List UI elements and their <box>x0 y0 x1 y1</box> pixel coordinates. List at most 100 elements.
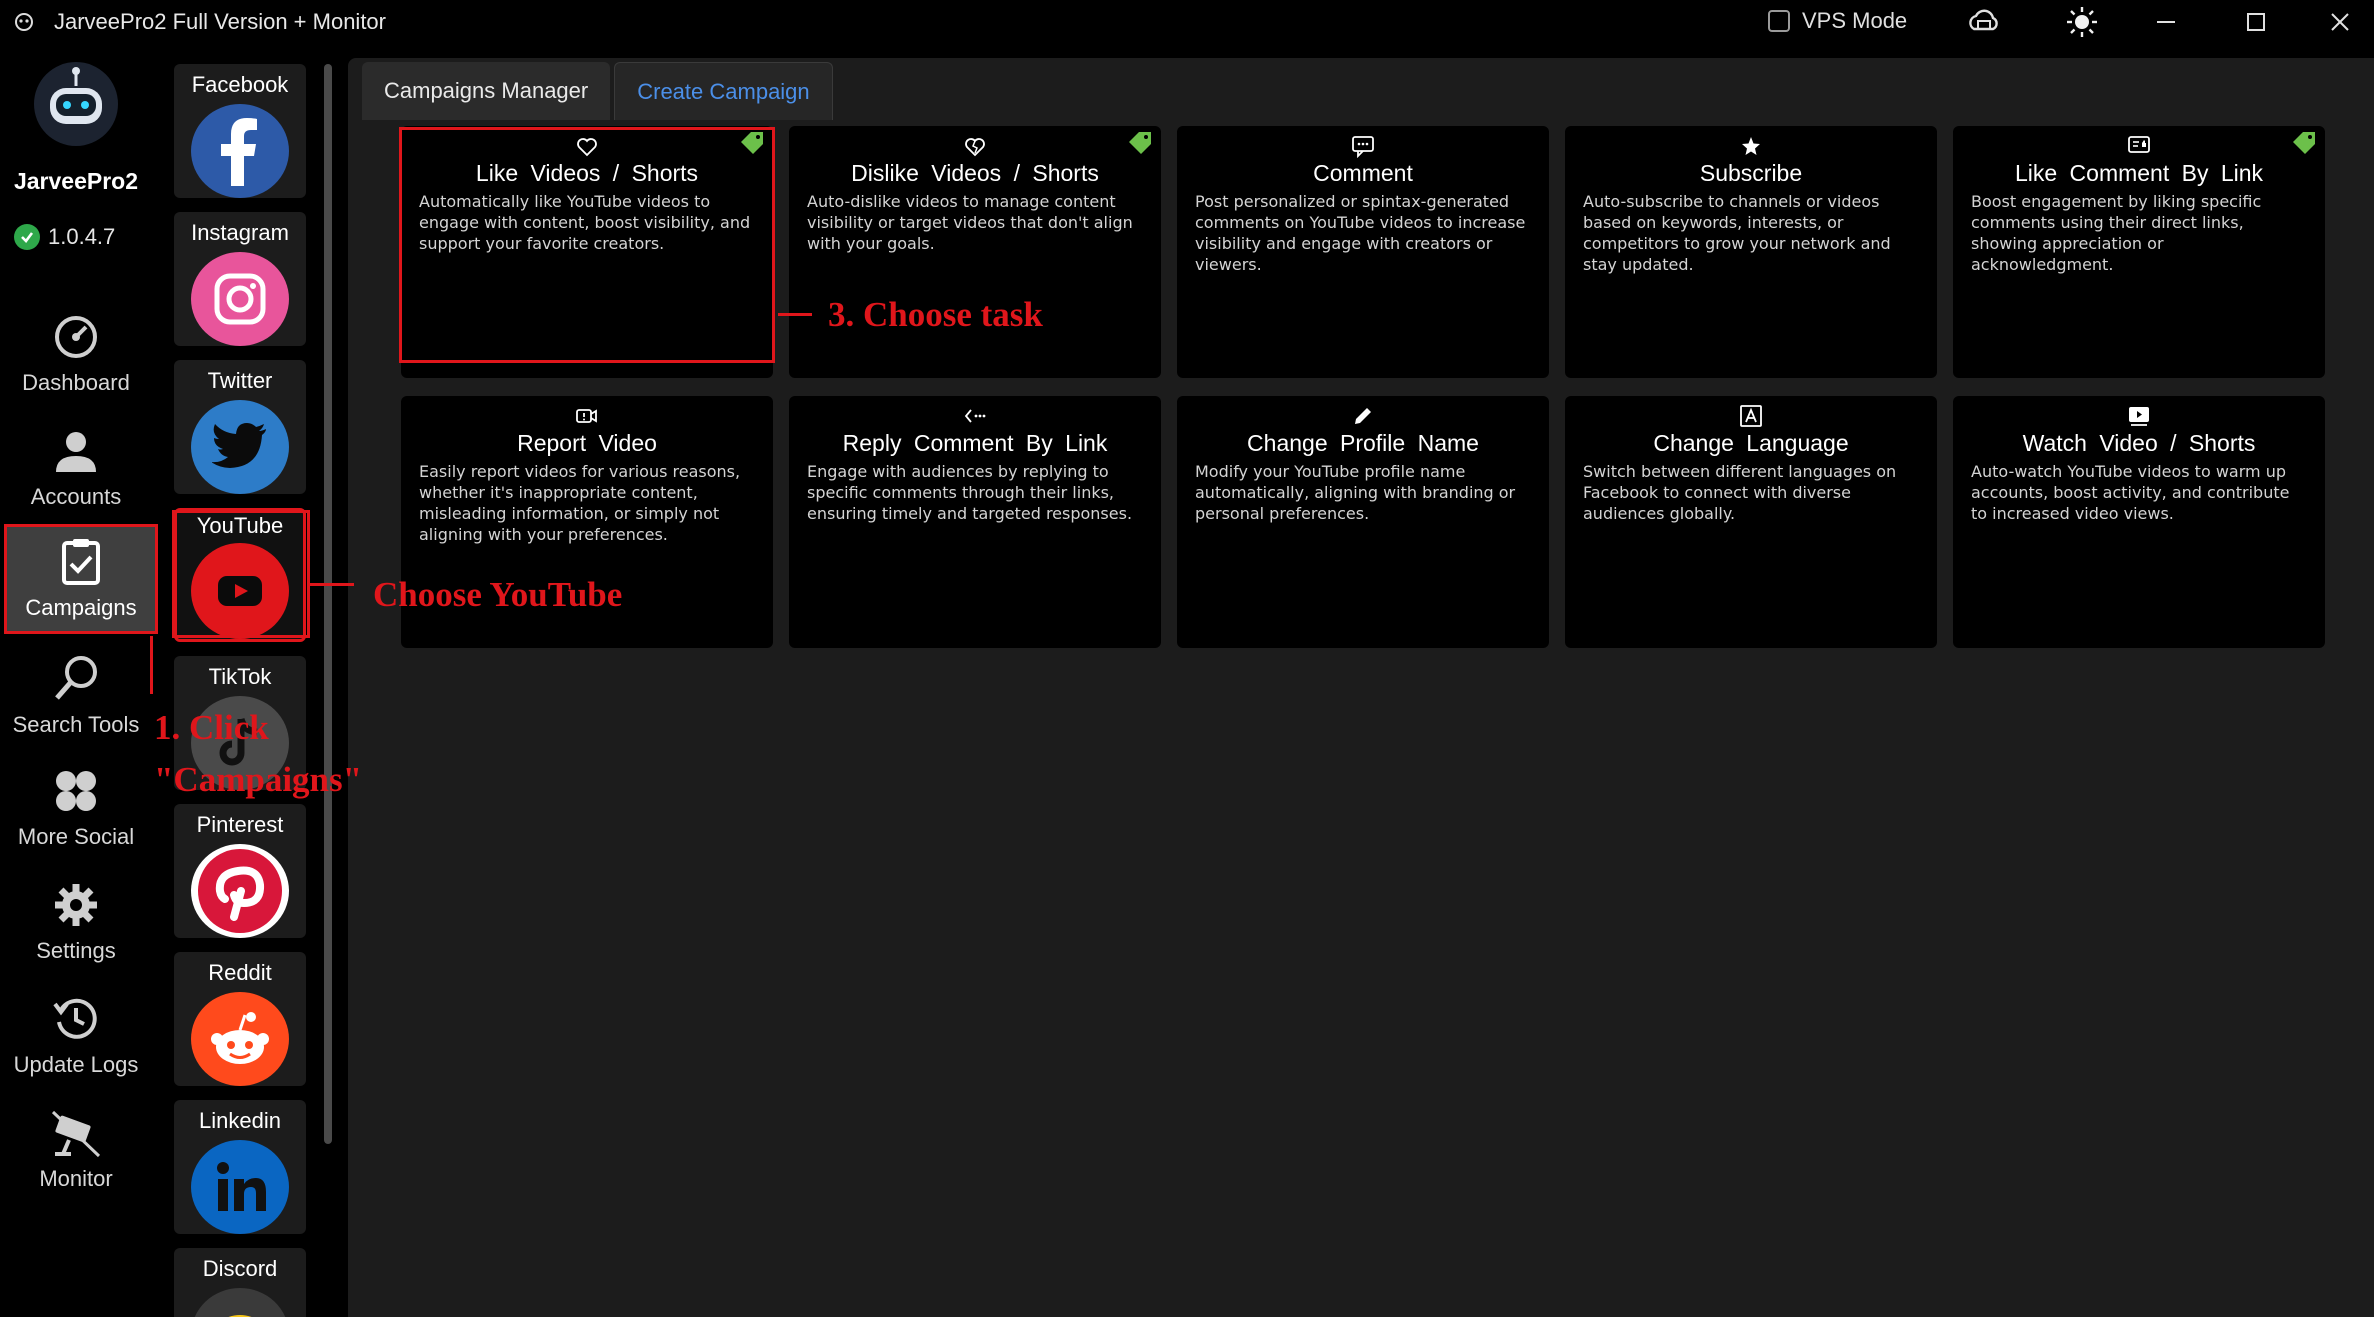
social-discord[interactable]: Discord <box>174 1248 306 1317</box>
gear-icon <box>55 884 97 926</box>
vps-mode-checkbox[interactable] <box>1768 10 1790 32</box>
annotation-line-task <box>778 313 812 316</box>
nav-search-tools[interactable]: Search Tools <box>0 644 152 750</box>
social-network-list: Facebook Instagram Twitter YouTube TikTo… <box>168 56 318 1317</box>
task-card-like-comment-by-link[interactable]: Like Comment By Link Boost engagement by… <box>1953 126 2325 378</box>
theme-sun-icon[interactable] <box>2064 6 2100 38</box>
social-label: Twitter <box>207 368 273 393</box>
nav-settings[interactable]: Settings <box>0 870 152 976</box>
minimize-icon[interactable] <box>2148 6 2184 38</box>
nav-update-logs[interactable]: Update Logs <box>0 984 152 1090</box>
nav-more-social[interactable]: More Social <box>0 756 152 862</box>
task-card-watch-video[interactable]: Watch Video / Shorts Auto-watch YouTube … <box>1953 396 2325 648</box>
task-description: Switch between different languages on Fa… <box>1583 462 1897 523</box>
social-label: Pinterest <box>196 812 284 837</box>
free-tag-icon <box>2293 132 2315 154</box>
social-label: Linkedin <box>199 1108 281 1133</box>
nav-label: Search Tools <box>12 712 140 737</box>
annotation-step3: 3. Choose task <box>828 295 1043 334</box>
task-description: Post personalized or spintax-generated c… <box>1195 192 1526 274</box>
nav-dashboard[interactable]: Dashboard <box>0 302 152 408</box>
nav-accounts[interactable]: Accounts <box>0 416 152 522</box>
reddit-icon <box>191 992 289 1086</box>
vps-mode-toggle[interactable]: VPS Mode <box>1768 8 1907 34</box>
title-bar: JarveePro2 Full Version + Monitor VPS Mo… <box>0 0 2374 44</box>
task-card-change-language[interactable]: Change Language Switch between different… <box>1565 396 1937 648</box>
task-title: Dislike Videos / Shorts <box>851 160 1099 186</box>
nav-label: Settings <box>36 938 116 963</box>
facebook-icon <box>191 104 289 198</box>
task-card-dislike-videos[interactable]: Dislike Videos / Shorts Auto-dislike vid… <box>789 126 1161 378</box>
social-linkedin[interactable]: Linkedin <box>174 1100 306 1234</box>
task-title: Change Profile Name <box>1247 430 1479 456</box>
nav-monitor[interactable]: Monitor <box>0 1098 152 1204</box>
history-icon <box>53 998 97 1039</box>
clipboard-check-icon <box>62 539 100 585</box>
gauge-icon <box>55 316 97 358</box>
task-title: Like Comment By Link <box>2014 160 2264 186</box>
free-tag-icon <box>1129 132 1151 154</box>
task-title: Change Language <box>1653 430 1849 456</box>
window-title: JarveePro2 Full Version + Monitor <box>54 9 386 34</box>
linkedin-icon <box>191 1140 289 1234</box>
social-instagram[interactable]: Instagram <box>174 212 306 346</box>
search-icon <box>55 656 97 700</box>
maximize-icon[interactable] <box>2238 6 2274 38</box>
social-label: TikTok <box>208 664 272 689</box>
instagram-icon <box>191 252 289 346</box>
brand-name: JarveePro2 <box>13 168 139 194</box>
social-twitter[interactable]: Twitter <box>174 360 306 494</box>
task-title: Watch Video / Shorts <box>2022 430 2256 456</box>
annotation-line-youtube <box>310 583 354 586</box>
robot-logo-icon <box>34 62 118 146</box>
nav-label: Dashboard <box>22 370 130 395</box>
annotation-step1-line1: 1. Click <box>154 708 269 747</box>
social-list-scrollbar[interactable] <box>324 64 332 1144</box>
report-video-icon <box>419 404 755 430</box>
task-title: Subscribe <box>1699 160 1803 186</box>
annotation-box-task <box>399 127 775 363</box>
twitter-icon <box>191 400 289 494</box>
tab-campaigns-manager[interactable]: Campaigns Manager <box>362 62 611 120</box>
social-reddit[interactable]: Reddit <box>174 952 306 1086</box>
tab-create-campaign[interactable]: Create Campaign <box>614 62 833 120</box>
task-description: Auto-subscribe to channels or videos bas… <box>1583 192 1891 274</box>
cloud-sync-icon[interactable] <box>1966 6 2002 38</box>
broken-heart-icon <box>807 134 1143 160</box>
annotation-step1-line2: "Campaigns" <box>154 760 363 799</box>
task-card-reply-comment-by-link[interactable]: Reply Comment By Link Engage with audien… <box>789 396 1161 648</box>
task-card-change-profile-name[interactable]: Change Profile Name Modify your YouTube … <box>1177 396 1549 648</box>
play-video-icon <box>1971 404 2307 430</box>
social-pinterest[interactable]: Pinterest <box>174 804 306 938</box>
comment-icon <box>1195 134 1531 160</box>
task-description: Auto-watch YouTube videos to warm up acc… <box>1971 462 2290 523</box>
task-card-subscribe[interactable]: Subscribe Auto-subscribe to channels or … <box>1565 126 1937 378</box>
task-card-comment[interactable]: Comment Post personalized or spintax-gen… <box>1177 126 1549 378</box>
grid-icon <box>56 771 96 811</box>
pencil-icon <box>1195 404 1531 430</box>
version-badge: 1.0.4.7 <box>14 224 115 250</box>
annotation-box-youtube <box>172 510 310 638</box>
star-icon <box>1583 134 1919 160</box>
nav-label: Update Logs <box>13 1052 139 1077</box>
camera-icon <box>51 1110 101 1158</box>
user-icon <box>56 432 96 472</box>
nav-label: Accounts <box>30 484 122 509</box>
annotation-step1: 1. Click "Campaigns" <box>154 702 362 806</box>
comment-like-icon <box>1971 134 2307 160</box>
version-number: 1.0.4.7 <box>48 224 116 249</box>
annotation-line-campaigns <box>150 636 153 694</box>
task-description: Boost engagement by liking specific comm… <box>1971 192 2262 274</box>
nav-campaigns[interactable]: Campaigns <box>4 524 158 634</box>
task-description: Easily report videos for various reasons… <box>419 462 741 544</box>
task-description: Modify your YouTube profile name automat… <box>1195 462 1516 523</box>
pinterest-icon <box>191 844 289 938</box>
task-description: Engage with audiences by replying to spe… <box>807 462 1133 523</box>
social-label: Facebook <box>191 72 289 97</box>
close-icon[interactable] <box>2322 6 2358 38</box>
check-icon <box>14 224 40 250</box>
social-facebook[interactable]: Facebook <box>174 64 306 198</box>
task-title: Comment <box>1313 160 1413 186</box>
task-title: Report Video <box>517 430 657 456</box>
social-label: Discord <box>202 1256 278 1281</box>
